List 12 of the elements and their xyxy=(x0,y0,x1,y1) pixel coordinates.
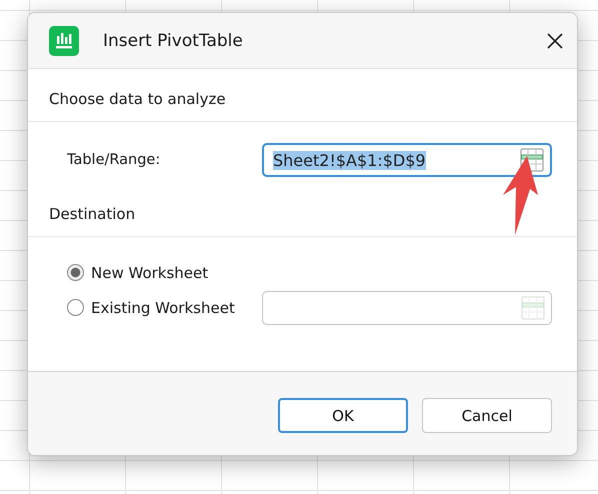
ok-button[interactable]: OK xyxy=(278,398,408,433)
range-field[interactable]: Sheet2!$A$1:$D$9 xyxy=(262,143,552,177)
cancel-button[interactable]: Cancel xyxy=(422,398,552,433)
section-heading: Destination xyxy=(49,204,136,224)
section-heading: Choose data to analyze xyxy=(49,89,226,109)
field-label: Table/Range: xyxy=(67,152,162,168)
window-title: Insert PivotTable xyxy=(103,30,244,50)
close-icon[interactable] xyxy=(547,32,563,48)
radio-option[interactable]: Existing Worksheet xyxy=(67,298,262,316)
range-value: Sheet2!$A$1:$D$9 xyxy=(273,150,426,170)
radio-option[interactable]: New Worksheet xyxy=(67,264,262,282)
chart-icon xyxy=(49,26,79,56)
